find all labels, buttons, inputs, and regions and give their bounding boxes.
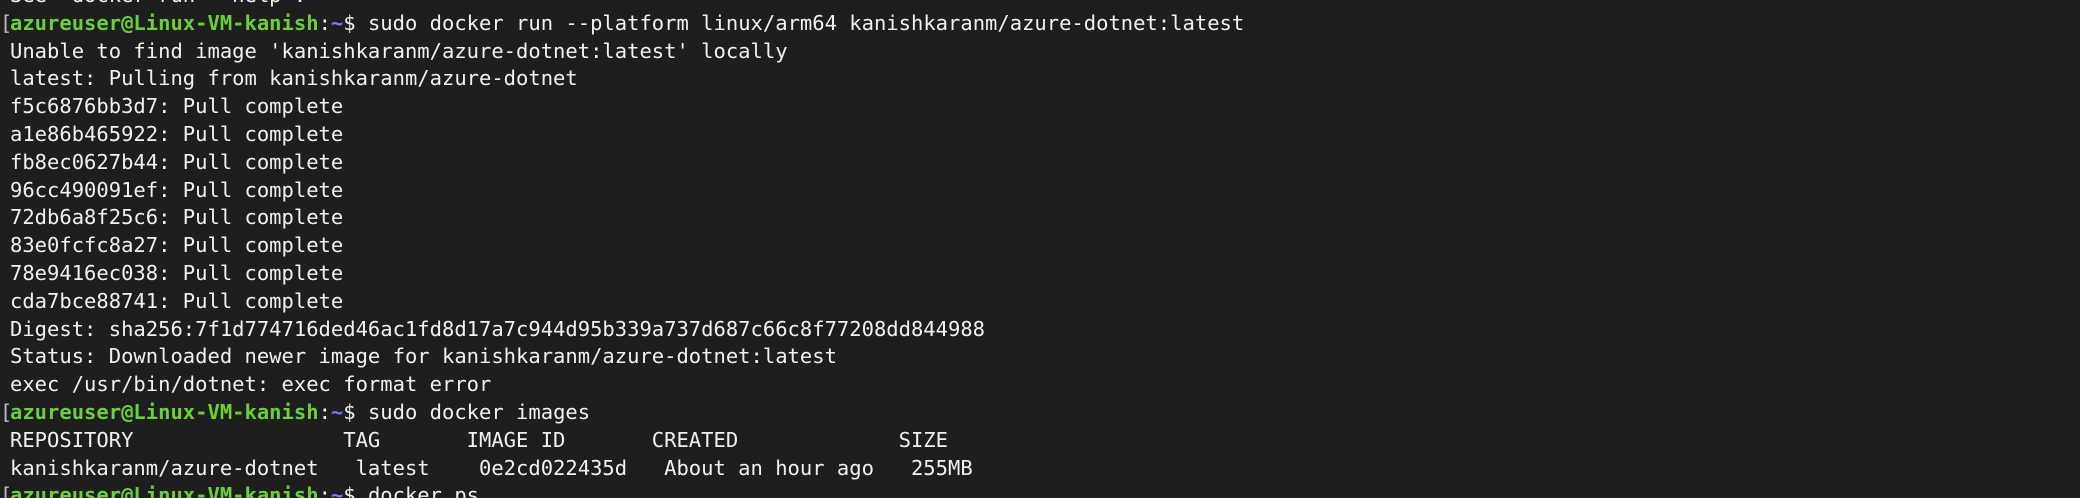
output-line: REPOSITORY TAG IMAGE ID CREATED SIZE [0, 427, 2080, 455]
prompt-colon: : [318, 483, 331, 498]
output-text: latest: Pulling from kanishkaranm/azure-… [10, 66, 578, 91]
output-line: Status: Downloaded newer image for kanis… [0, 343, 2080, 371]
line-marker: [ [0, 483, 13, 498]
output-line: 72db6a8f25c6: Pull complete [0, 204, 2080, 232]
output-text: Digest: sha256:7f1d774716ded46ac1fd8d17a… [10, 316, 986, 341]
output-text: cda7bce88741: Pull complete [10, 288, 344, 313]
prompt-path: ~ [330, 10, 344, 35]
prompt-symbol: $ [343, 399, 368, 424]
output-text: REPOSITORY TAG IMAGE ID CREATED SIZE [10, 427, 948, 452]
output-text: 72db6a8f25c6: Pull complete [10, 205, 344, 230]
prompt-line: [azureuser@Linux-VM-kanish:~$ sudo docke… [0, 10, 2080, 38]
output-line: 78e9416ec038: Pull complete [0, 260, 2080, 288]
output-text: exec /usr/bin/dotnet: exec format error [10, 372, 492, 397]
output-line: See 'docker run --help'. [0, 0, 2080, 10]
prompt-symbol: $ [343, 10, 368, 35]
prompt-symbol: $ [343, 483, 368, 498]
terminal-output: See 'docker run --help'.[azureuser@Linux… [0, 0, 2080, 498]
line-marker: [ [0, 10, 13, 35]
output-line: a1e86b465922: Pull complete [0, 121, 2080, 149]
prompt-user-host: azureuser@Linux-VM-kanish [10, 399, 319, 424]
command-text: sudo docker images [367, 399, 591, 424]
output-line: 96cc490091ef: Pull complete [0, 177, 2080, 205]
output-text: 78e9416ec038: Pull complete [10, 260, 344, 285]
prompt-path: ~ [330, 483, 344, 498]
prompt-line: [azureuser@Linux-VM-kanish:~$ sudo docke… [0, 399, 2080, 427]
line-marker: [ [0, 399, 13, 424]
prompt-colon: : [318, 399, 331, 424]
output-text: fb8ec0627b44: Pull complete [10, 149, 344, 174]
output-text: See 'docker run --help'. [10, 0, 306, 7]
output-text: 83e0fcfc8a27: Pull complete [10, 233, 344, 258]
prompt-user-host: azureuser@Linux-VM-kanish [10, 483, 319, 498]
output-line: 83e0fcfc8a27: Pull complete [0, 232, 2080, 260]
output-line: exec /usr/bin/dotnet: exec format error [0, 371, 2080, 399]
output-line: Digest: sha256:7f1d774716ded46ac1fd8d17a… [0, 316, 2080, 344]
output-text: a1e86b465922: Pull complete [10, 121, 344, 146]
output-line: latest: Pulling from kanishkaranm/azure-… [0, 65, 2080, 93]
output-line: fb8ec0627b44: Pull complete [0, 149, 2080, 177]
terminal-window[interactable]: See 'docker run --help'.[azureuser@Linux… [0, 0, 2080, 498]
output-text: kanishkaranm/azure-dotnet latest 0e2cd02… [10, 455, 973, 480]
prompt-path: ~ [330, 399, 344, 424]
prompt-colon: : [318, 10, 331, 35]
output-line: f5c6876bb3d7: Pull complete [0, 93, 2080, 121]
output-text: Status: Downloaded newer image for kanis… [10, 344, 837, 369]
output-line: cda7bce88741: Pull complete [0, 288, 2080, 316]
output-line: Unable to find image 'kanishkaranm/azure… [0, 38, 2080, 66]
prompt-line: [azureuser@Linux-VM-kanish:~$ docker ps [0, 482, 2080, 498]
output-text: Unable to find image 'kanishkaranm/azure… [10, 38, 788, 63]
output-line: kanishkaranm/azure-dotnet latest 0e2cd02… [0, 455, 2080, 483]
output-text: f5c6876bb3d7: Pull complete [10, 94, 344, 119]
command-text: docker ps [367, 483, 480, 498]
prompt-user-host: azureuser@Linux-VM-kanish [10, 10, 319, 35]
command-text: sudo docker run --platform linux/arm64 k… [367, 10, 1245, 35]
output-text: 96cc490091ef: Pull complete [10, 177, 344, 202]
